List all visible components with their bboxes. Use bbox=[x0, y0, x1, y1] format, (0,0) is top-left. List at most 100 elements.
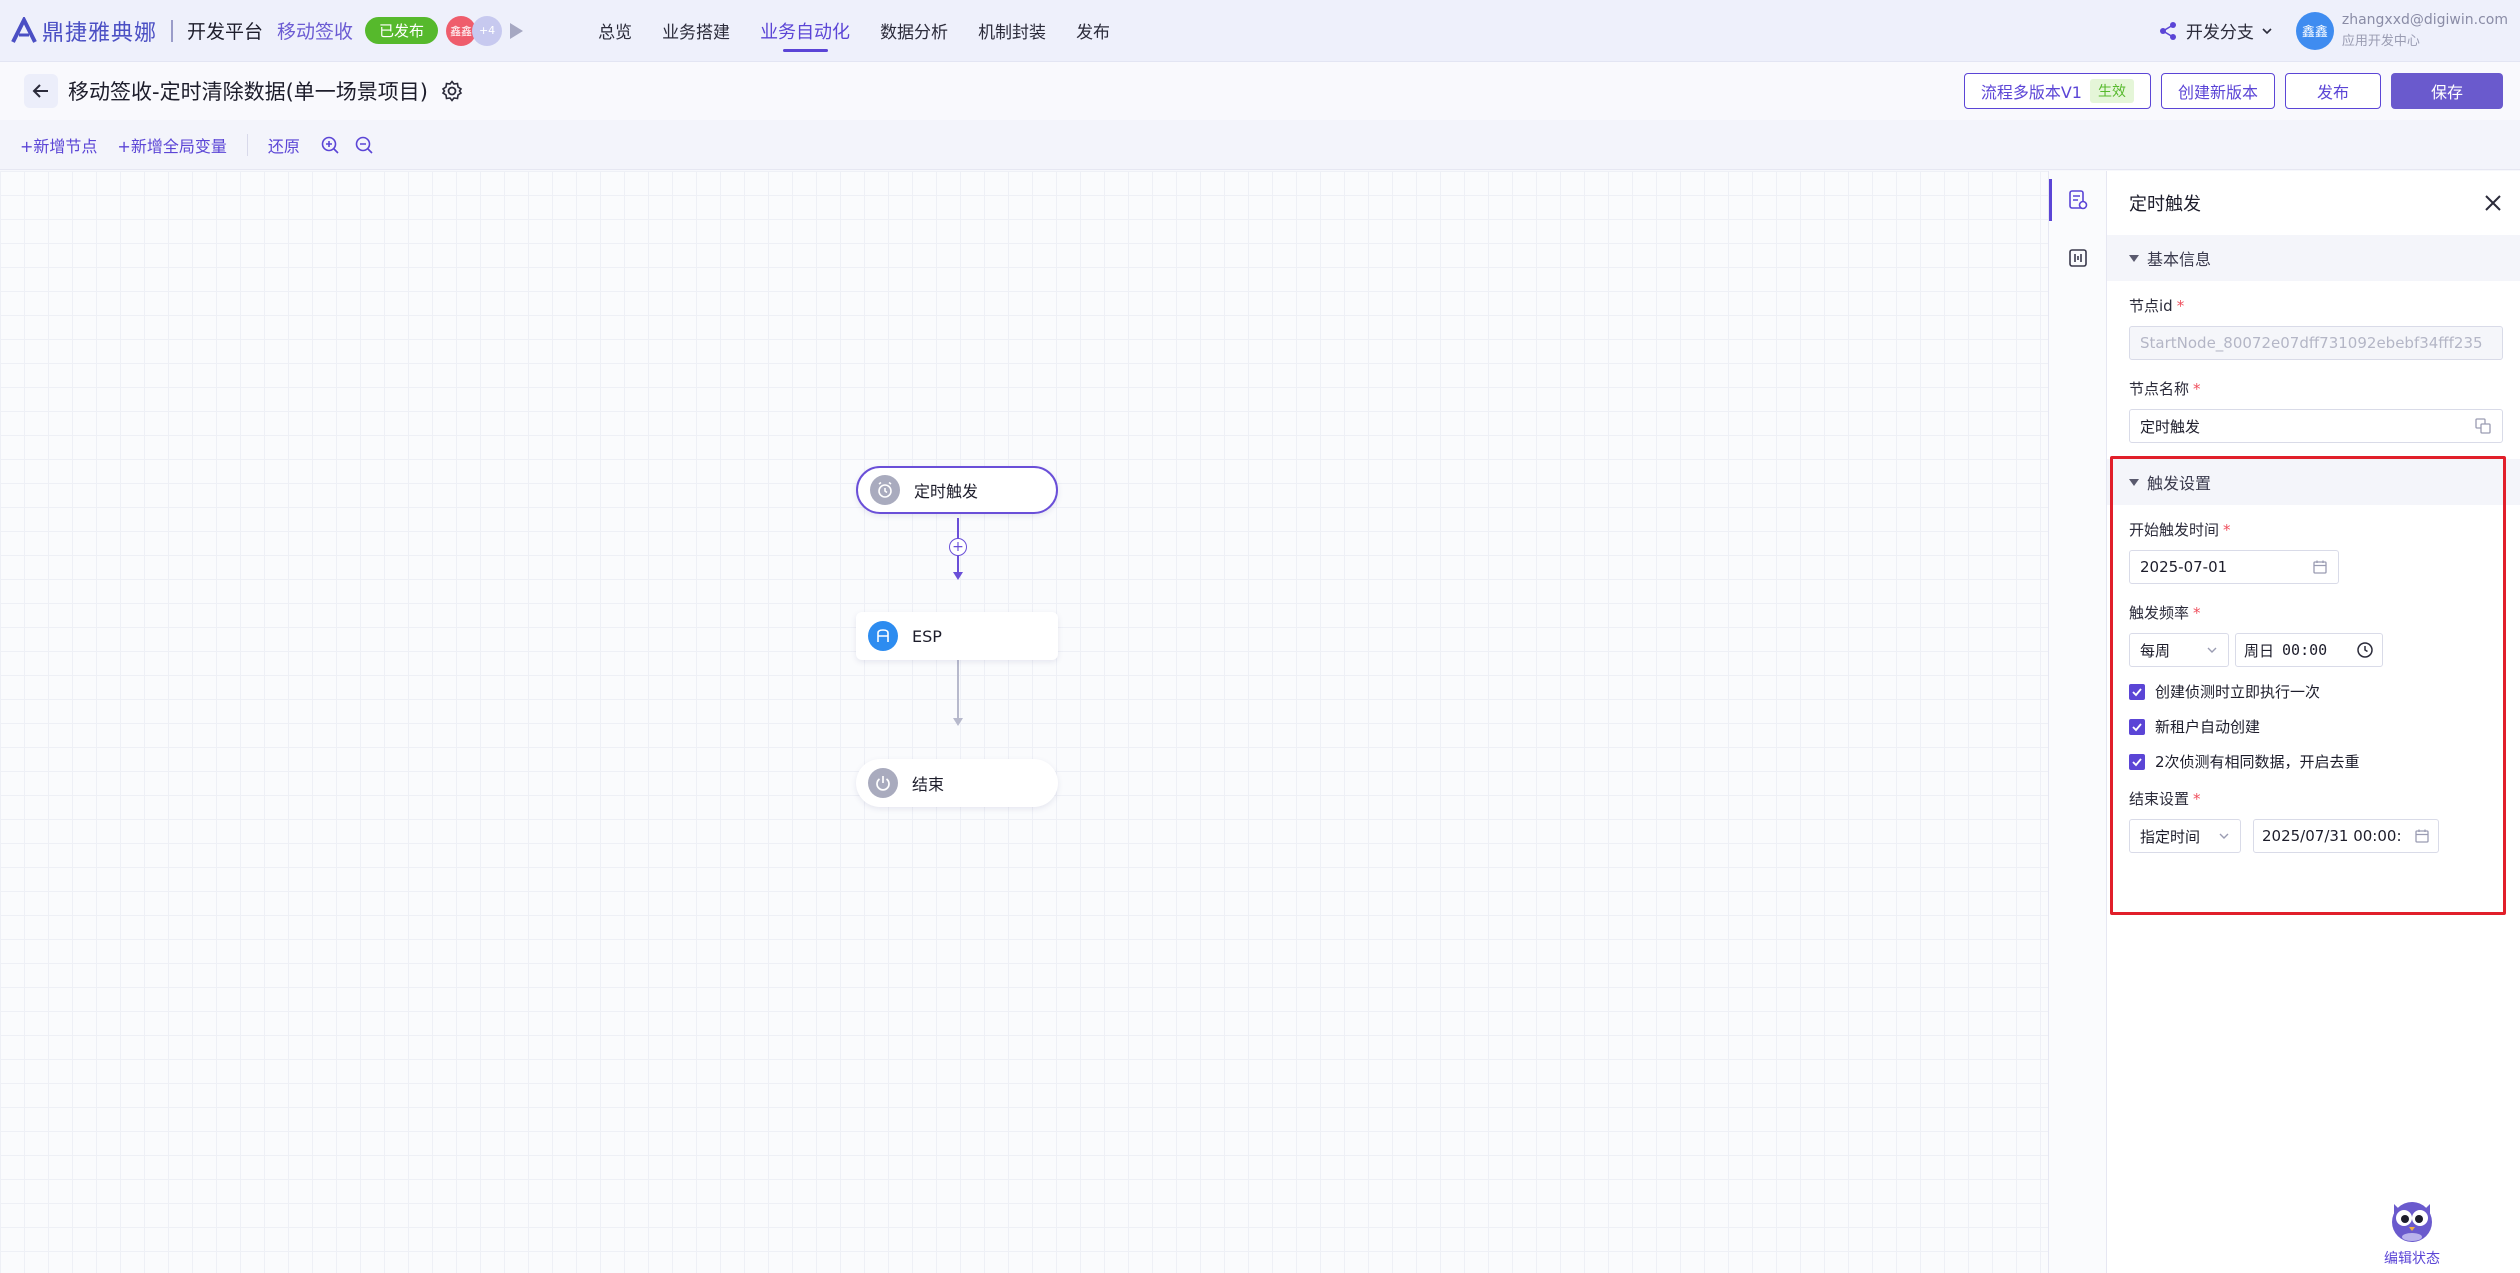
end-mode-select[interactable]: 指定时间 bbox=[2129, 819, 2241, 853]
logo[interactable]: 鼎捷雅典娜 bbox=[10, 15, 157, 47]
frequency-label: 触发频率 * bbox=[2129, 604, 2201, 622]
user-info[interactable]: zhangxxd@digiwin.com 应用开发中心 bbox=[2342, 12, 2508, 49]
checkbox-label: 新租户自动创建 bbox=[2155, 718, 2261, 736]
check-icon bbox=[2129, 718, 2145, 735]
panel-title: 定时触发 bbox=[2129, 194, 2201, 215]
start-time-label: 开始触发时间 * bbox=[2129, 521, 2231, 539]
section-title: 基本信息 bbox=[2147, 250, 2212, 269]
calendar-icon bbox=[2313, 560, 2327, 574]
end-mode-value: 指定时间 bbox=[2140, 827, 2201, 846]
branch-label: 开发分支 bbox=[2185, 23, 2254, 43]
rail-properties-tab[interactable] bbox=[2049, 171, 2107, 229]
node-name-value: 定时触发 bbox=[2140, 417, 2201, 436]
nav-business-automation[interactable]: 业务自动化 bbox=[760, 0, 850, 62]
canvas-toolbar: +新增节点 +新增全局变量 还原 bbox=[0, 120, 2520, 170]
chevron-down-icon bbox=[2207, 647, 2217, 653]
logo-divider bbox=[171, 19, 174, 42]
checkbox-auto-create-tenant[interactable]: 新租户自动创建 bbox=[2107, 716, 2520, 737]
nav-mechanism[interactable]: 机制封装 bbox=[978, 0, 1046, 62]
calendar-icon bbox=[2415, 829, 2429, 843]
add-global-variable-button[interactable]: +新增全局变量 bbox=[117, 133, 226, 157]
section-basic-info[interactable]: 基本信息 bbox=[2107, 235, 2520, 281]
edit-status-mascot[interactable]: 编辑状态 bbox=[2384, 1190, 2440, 1268]
node-label: ESP bbox=[912, 626, 942, 646]
add-step-icon[interactable]: + bbox=[949, 538, 967, 556]
node-name-field[interactable]: 定时触发 bbox=[2129, 409, 2503, 443]
app-name[interactable]: 移动签收 bbox=[277, 17, 353, 44]
main-nav: 总览 业务搭建 业务自动化 数据分析 机制封装 发布 bbox=[583, 0, 1125, 62]
flow-node-esp[interactable]: ESP bbox=[856, 612, 1058, 660]
checkbox-run-immediately[interactable]: 创建侦测时立即执行一次 bbox=[2107, 681, 2520, 702]
user-org: 应用开发中心 bbox=[2341, 34, 2420, 49]
flow-canvas[interactable]: + 定时触发 ESP 结束 bbox=[0, 171, 2048, 1273]
user-email: zhangxxd@digiwin.com bbox=[2341, 12, 2508, 28]
alarm-clock-icon bbox=[870, 475, 900, 505]
node-name-label: 节点名称 * bbox=[2129, 380, 2201, 398]
version-button[interactable]: 流程多版本V1 生效 bbox=[1963, 73, 2151, 109]
weekday-value: 周日 bbox=[2244, 641, 2275, 660]
translate-icon[interactable] bbox=[2474, 417, 2492, 435]
checkbox-label: 2次侦测有相同数据，开启去重 bbox=[2155, 753, 2360, 771]
top-header: 鼎捷雅典娜 开发平台 移动签收 已发布 鑫鑫 +4 总览 业务搭建 业务自动化 … bbox=[0, 0, 2520, 62]
branch-selector[interactable]: 开发分支 bbox=[2158, 18, 2274, 43]
nav-data-analysis[interactable]: 数据分析 bbox=[880, 0, 948, 62]
section-trigger-settings[interactable]: 触发设置 bbox=[2107, 459, 2520, 505]
properties-panel: 定时触发 基本信息 节点id * StartNode_80072e07dff731… bbox=[2106, 171, 2520, 1273]
flow-node-timer-trigger[interactable]: 定时触发 bbox=[856, 466, 1058, 514]
back-button[interactable] bbox=[24, 74, 58, 108]
checkbox-dedup[interactable]: 2次侦测有相同数据，开启去重 bbox=[2107, 751, 2520, 772]
section-title: 触发设置 bbox=[2147, 474, 2212, 493]
logo-text: 鼎捷雅典娜 bbox=[42, 20, 158, 46]
publish-button[interactable]: 发布 bbox=[2285, 73, 2381, 109]
checkbox-label: 创建侦测时立即执行一次 bbox=[2155, 683, 2321, 701]
document-settings-icon bbox=[2069, 190, 2088, 210]
node-id-field: StartNode_80072e07dff731092ebebf34fff235 bbox=[2129, 326, 2503, 360]
page-title: 移动签收-定时清除数据(单一场景项目) bbox=[68, 80, 428, 104]
end-time-picker[interactable]: 2025/07/31 00:00: bbox=[2253, 819, 2439, 853]
user-avatar[interactable]: 鑫鑫 bbox=[2295, 11, 2334, 50]
frequency-select[interactable]: 每周 bbox=[2129, 633, 2229, 667]
flow-connector bbox=[953, 660, 963, 726]
mascot-label: 编辑状态 bbox=[2384, 1251, 2440, 1267]
caret-down-icon bbox=[2129, 254, 2139, 262]
save-button[interactable]: 保存 bbox=[2391, 73, 2503, 109]
clock-icon bbox=[2357, 642, 2373, 658]
rail-variables-tab[interactable] bbox=[2049, 229, 2107, 287]
close-icon[interactable] bbox=[2482, 192, 2504, 214]
time-value: 00:00 bbox=[2282, 641, 2328, 659]
start-time-value: 2025-07-01 bbox=[2140, 558, 2228, 576]
zoom-out-icon[interactable] bbox=[354, 135, 374, 155]
owl-mascot-icon bbox=[2392, 1202, 2432, 1242]
add-node-button[interactable]: +新增节点 bbox=[20, 133, 97, 157]
node-id-label: 节点id * bbox=[2129, 297, 2185, 315]
variable-icon bbox=[2069, 249, 2087, 267]
restore-button[interactable]: 还原 bbox=[268, 133, 300, 157]
zoom-in-icon[interactable] bbox=[320, 135, 340, 155]
node-id-value: StartNode_80072e07dff731092ebebf34fff235 bbox=[2140, 334, 2483, 352]
flow-node-end[interactable]: 结束 bbox=[856, 759, 1058, 807]
gear-icon[interactable] bbox=[440, 79, 464, 103]
create-version-button[interactable]: 创建新版本 bbox=[2160, 73, 2275, 109]
title-bar: 移动签收-定时清除数据(单一场景项目) 流程多版本V1 生效 创建新版本 发布 … bbox=[0, 62, 2520, 120]
chevron-down-icon bbox=[2219, 833, 2229, 839]
weekly-time-picker[interactable]: 周日 00:00 bbox=[2235, 633, 2383, 667]
end-setting-label: 结束设置 * bbox=[2129, 790, 2201, 808]
start-time-picker[interactable]: 2025-07-01 bbox=[2129, 550, 2339, 584]
end-time-value: 2025/07/31 00:00: bbox=[2262, 827, 2402, 845]
chevron-down-icon bbox=[2262, 27, 2272, 34]
check-icon bbox=[2129, 683, 2145, 700]
panel-icon-rail bbox=[2048, 171, 2106, 1273]
play-icon[interactable] bbox=[510, 22, 524, 39]
nav-publish[interactable]: 发布 bbox=[1076, 0, 1110, 62]
status-badge: 已发布 bbox=[365, 17, 439, 44]
version-status-tag: 生效 bbox=[2089, 79, 2134, 103]
node-label: 定时触发 bbox=[914, 482, 979, 501]
frequency-value: 每周 bbox=[2140, 641, 2171, 660]
nav-overview[interactable]: 总览 bbox=[598, 0, 632, 62]
version-label: 流程多版本V1 bbox=[1980, 83, 2082, 102]
esp-icon bbox=[868, 621, 898, 651]
nav-business-build[interactable]: 业务搭建 bbox=[662, 0, 730, 62]
more-collaborators-avatar[interactable]: +4 bbox=[472, 15, 503, 46]
logo-icon bbox=[11, 16, 37, 43]
platform-name: 开发平台 bbox=[187, 21, 264, 43]
